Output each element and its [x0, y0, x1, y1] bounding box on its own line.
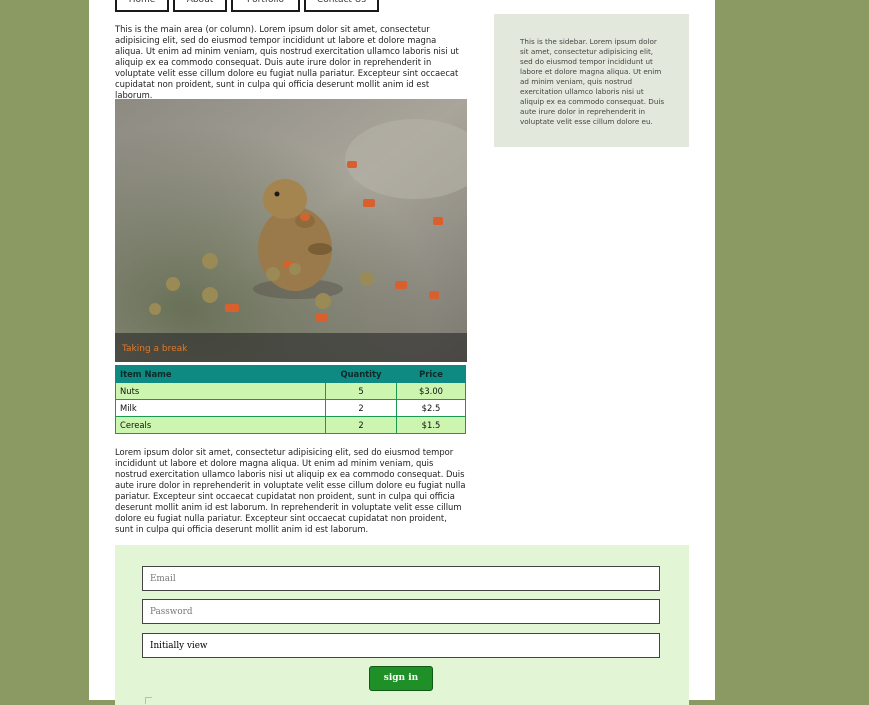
tab-home[interactable]: Home — [115, 0, 169, 12]
tab-contact-us[interactable]: Contact Us — [304, 0, 379, 12]
cell-quantity: 2 — [325, 416, 397, 434]
sign-in-button[interactable]: sign in — [369, 666, 433, 691]
cell-item-name: Nuts — [115, 382, 326, 400]
sign-in-form: sign in — [115, 545, 689, 705]
cell-item-name: Milk — [115, 399, 326, 417]
header-quantity: Quantity — [325, 365, 397, 383]
cell-price: $2.5 — [396, 399, 466, 417]
main-intro-text: This is the main area (or column). Lorem… — [115, 24, 459, 100]
prairie-dog-photo: Taking a break — [115, 99, 467, 362]
header-item-name: Item Name — [115, 365, 326, 383]
broken-image-icon — [145, 697, 152, 704]
cell-quantity: 2 — [325, 399, 397, 417]
table-row: Nuts 5 $3.00 — [115, 382, 466, 400]
cell-quantity: 5 — [325, 382, 397, 400]
main-body-text: Lorem ipsum dolor sit amet, consectetur … — [115, 447, 466, 534]
caption-bar: Taking a break — [115, 333, 467, 362]
header-price: Price — [396, 365, 466, 383]
cell-price: $3.00 — [396, 382, 466, 400]
cell-item-name: Cereals — [115, 416, 326, 434]
table-header-row: Item Name Quantity Price — [115, 365, 466, 383]
sidebar-text: This is the sidebar. Lorem ipsum dolor s… — [520, 37, 665, 126]
photo-image — [115, 99, 467, 362]
email-field[interactable] — [142, 566, 660, 591]
view-field[interactable] — [142, 633, 660, 658]
password-field[interactable] — [142, 599, 660, 624]
items-table: Item Name Quantity Price Nuts 5 $3.00 Mi… — [115, 365, 466, 434]
page-container: Home About Portfolio Contact Us This is … — [89, 0, 715, 705]
table-row: Cereals 2 $1.5 — [115, 416, 466, 434]
cell-price: $1.5 — [396, 416, 466, 434]
photo-caption: Taking a break — [122, 344, 188, 354]
table-row: Milk 2 $2.5 — [115, 399, 466, 417]
sidebar: This is the sidebar. Lorem ipsum dolor s… — [494, 14, 689, 147]
tab-about[interactable]: About — [173, 0, 227, 12]
tab-portfolio[interactable]: Portfolio — [231, 0, 300, 12]
